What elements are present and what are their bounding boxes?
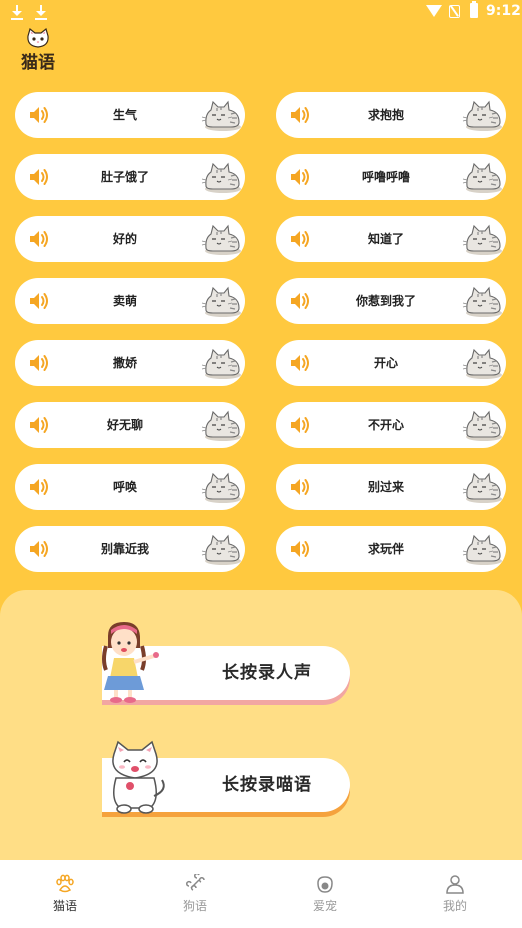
wifi-icon	[426, 5, 442, 17]
sound-button[interactable]: 求玩伴	[276, 526, 506, 572]
sound-label: 好的	[112, 232, 137, 246]
tabby-cat-icon	[462, 348, 502, 379]
tabby-cat-icon	[462, 472, 502, 503]
tabby-cat-icon	[462, 410, 502, 441]
status-time: 9:12	[486, 3, 521, 19]
sound-button[interactable]: 生气	[15, 92, 245, 138]
speaker-icon	[291, 355, 309, 371]
tab-label: 爱宠	[312, 899, 337, 913]
sound-label: 开心	[373, 356, 398, 370]
tabby-cat-icon	[462, 100, 502, 131]
tabby-cat-icon	[462, 534, 502, 565]
sound-button[interactable]: 知道了	[276, 216, 506, 262]
sound-button[interactable]: 不开心	[276, 402, 506, 448]
record-panel: 长按录人声 长按录喵语	[0, 590, 522, 862]
sound-label: 呼唤	[112, 480, 137, 494]
bottom-tab-bar: 猫语 狗语 爱宠 我的	[0, 860, 522, 928]
no-sim-icon	[449, 5, 460, 18]
tabby-cat-icon	[462, 286, 502, 317]
tabby-cat-icon	[201, 100, 241, 131]
sound-button[interactable]: 肚子饿了	[15, 154, 245, 200]
speaker-icon	[291, 479, 309, 495]
speaker-icon	[30, 355, 48, 371]
tab-cat-language[interactable]: 猫语	[0, 860, 130, 928]
speaker-icon	[291, 293, 309, 309]
sound-label: 你惹到我了	[355, 294, 416, 308]
tab-label: 猫语	[52, 899, 77, 913]
tabby-cat-icon	[201, 162, 241, 193]
speaker-icon	[30, 541, 48, 557]
sound-label: 肚子饿了	[100, 170, 149, 184]
tab-pets[interactable]: 爱宠	[260, 860, 390, 928]
tab-label: 我的	[442, 899, 467, 913]
sound-button[interactable]: 好无聊	[15, 402, 245, 448]
sound-label: 生气	[112, 108, 137, 122]
sound-label: 呼噜呼噜	[361, 170, 410, 184]
status-bar: 9:12	[0, 0, 522, 24]
sound-button[interactable]: 好的	[15, 216, 245, 262]
sound-button[interactable]: 别靠近我	[15, 526, 245, 572]
sound-button[interactable]: 开心	[276, 340, 506, 386]
sound-label: 别靠近我	[100, 542, 149, 556]
girl-illustration	[102, 622, 159, 703]
sound-button[interactable]: 撒娇	[15, 340, 245, 386]
record-human-label: 长按录人声	[222, 663, 312, 683]
bone-icon	[186, 874, 205, 891]
tabby-cat-icon	[201, 410, 241, 441]
tabby-cat-icon	[201, 348, 241, 379]
sound-button[interactable]: 呼唤	[15, 464, 245, 510]
speaker-icon	[30, 417, 48, 433]
sound-button[interactable]: 卖萌	[15, 278, 245, 324]
speaker-icon	[291, 107, 309, 123]
sound-button[interactable]: 呼噜呼噜	[276, 154, 506, 200]
paw-icon	[56, 874, 74, 893]
tabby-cat-icon	[201, 534, 241, 565]
tab-dog-language[interactable]: 狗语	[130, 860, 260, 928]
tabby-cat-icon	[462, 162, 502, 193]
speaker-icon	[30, 231, 48, 247]
download-icon	[34, 4, 48, 20]
tabby-cat-icon	[201, 224, 241, 255]
speaker-icon	[30, 479, 48, 495]
sound-button[interactable]: 别过来	[276, 464, 506, 510]
kitten-illustration	[112, 740, 165, 814]
sound-label: 卖萌	[112, 294, 137, 308]
speaker-icon	[30, 169, 48, 185]
speaker-icon	[291, 541, 309, 557]
sound-label: 知道了	[367, 232, 404, 246]
speaker-icon	[30, 293, 48, 309]
sound-label: 别过来	[367, 480, 404, 494]
cat-face-icon	[27, 28, 49, 48]
tabby-cat-icon	[201, 286, 241, 317]
sound-label: 求玩伴	[367, 542, 404, 556]
battery-icon	[470, 1, 478, 18]
sound-button[interactable]: 你惹到我了	[276, 278, 506, 324]
speaker-icon	[291, 417, 309, 433]
tab-label: 狗语	[182, 899, 207, 913]
tabby-cat-icon	[462, 224, 502, 255]
user-icon	[446, 875, 464, 894]
sound-label: 求抱抱	[367, 108, 404, 122]
tabby-cat-icon	[201, 472, 241, 503]
record-meow-label: 长按录喵语	[222, 775, 312, 795]
logo-title: 猫语	[21, 53, 55, 73]
app-logo: 猫语	[18, 26, 62, 73]
download-icon	[10, 4, 24, 20]
speaker-icon	[291, 169, 309, 185]
sound-label: 好无聊	[106, 418, 143, 432]
sound-button[interactable]: 求抱抱	[276, 92, 506, 138]
tab-profile[interactable]: 我的	[390, 860, 520, 928]
speaker-icon	[291, 231, 309, 247]
pet-food-icon	[317, 876, 333, 893]
sound-label: 撒娇	[112, 356, 137, 370]
sound-label: 不开心	[367, 418, 404, 432]
speaker-icon	[30, 107, 48, 123]
